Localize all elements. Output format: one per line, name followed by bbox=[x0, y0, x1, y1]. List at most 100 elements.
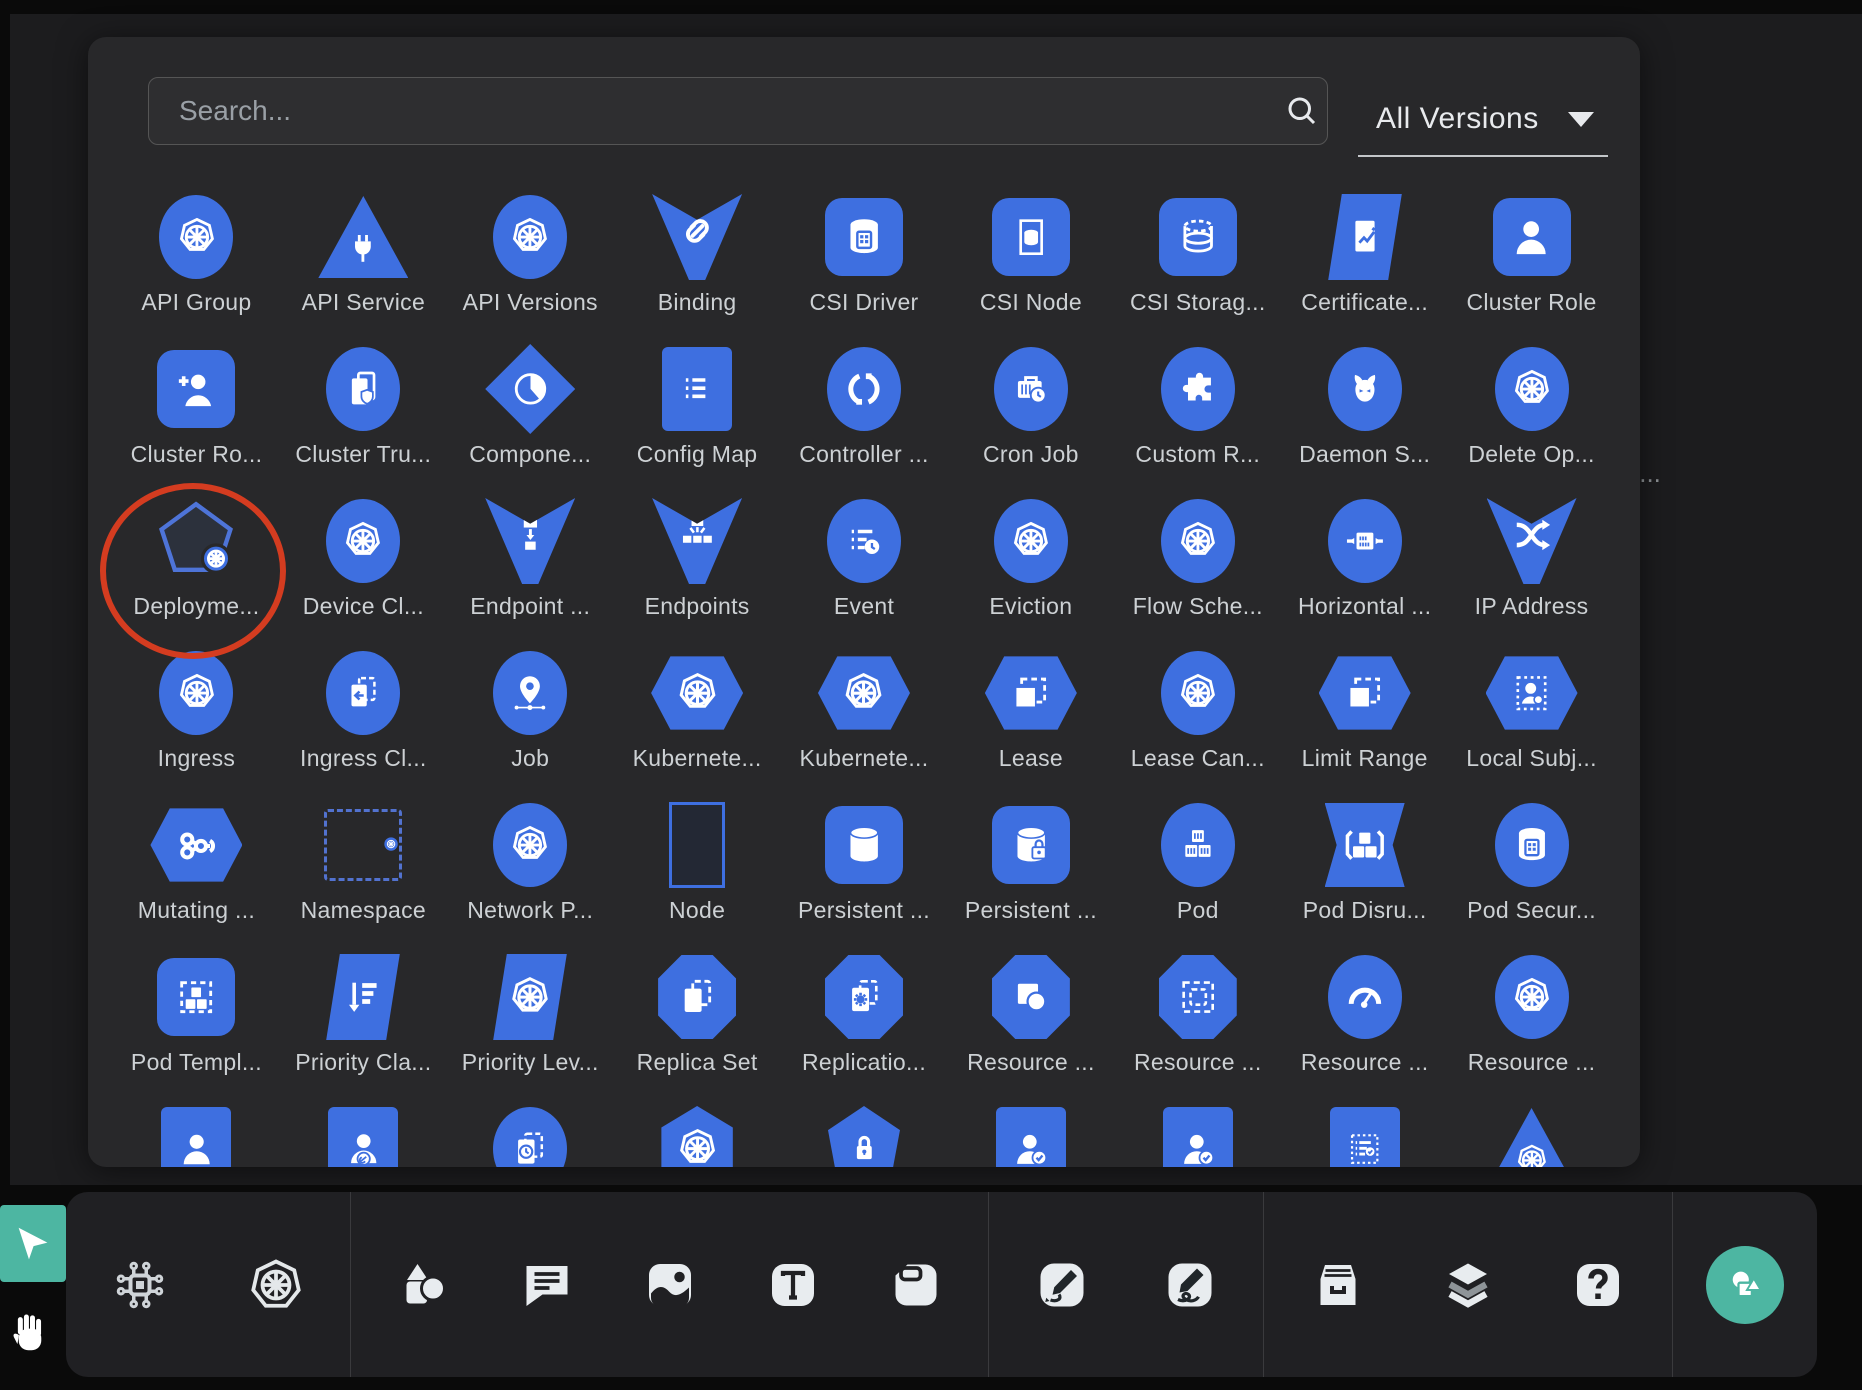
grid-item[interactable] bbox=[1448, 1099, 1615, 1167]
grid-item[interactable] bbox=[1114, 1099, 1281, 1167]
grid-item[interactable]: Lease Can... bbox=[1114, 643, 1281, 795]
comment-tool[interactable] bbox=[514, 1252, 580, 1318]
grid-item[interactable]: Ingress Cl... bbox=[280, 643, 447, 795]
grid-item[interactable] bbox=[113, 1099, 280, 1167]
grid-item[interactable] bbox=[947, 1099, 1114, 1167]
select-tool[interactable] bbox=[0, 1205, 66, 1282]
pen-arrow-tool-icon bbox=[1032, 1255, 1092, 1315]
grid-item[interactable]: Persistent ... bbox=[947, 795, 1114, 947]
archive-tool[interactable] bbox=[1305, 1252, 1371, 1318]
grid-item[interactable]: Job bbox=[447, 643, 614, 795]
shape-library-button[interactable] bbox=[1706, 1246, 1784, 1324]
grid-item[interactable]: Endpoint ... bbox=[447, 491, 614, 643]
grid-item[interactable]: Replicatio... bbox=[781, 947, 948, 1099]
image-tool[interactable] bbox=[637, 1252, 703, 1318]
grid-item[interactable]: Resource ... bbox=[1114, 947, 1281, 1099]
grid-item[interactable]: Compone... bbox=[447, 339, 614, 491]
grid-item[interactable]: Custom R... bbox=[1114, 339, 1281, 491]
grid-item[interactable]: Event bbox=[781, 491, 948, 643]
grid-item[interactable]: Binding bbox=[614, 187, 781, 339]
pencil-tool[interactable] bbox=[1157, 1252, 1223, 1318]
grid-item-label: Config Map bbox=[637, 441, 758, 468]
grid-item[interactable]: Controller ... bbox=[781, 339, 948, 491]
insert-node-tool[interactable] bbox=[107, 1252, 173, 1318]
grid-item[interactable]: Node bbox=[614, 795, 781, 947]
grid-item[interactable]: Lease bbox=[947, 643, 1114, 795]
grid-item[interactable]: Namespace bbox=[280, 795, 447, 947]
shapes-tool[interactable] bbox=[391, 1252, 457, 1318]
search-input[interactable] bbox=[148, 77, 1328, 145]
grid-item[interactable]: API Versions bbox=[447, 187, 614, 339]
pen-arrow-tool[interactable] bbox=[1029, 1252, 1095, 1318]
grid-item[interactable]: Priority Cla... bbox=[280, 947, 447, 1099]
grid-item[interactable]: CSI Storag... bbox=[1114, 187, 1281, 339]
grid-item[interactable]: Cluster Role bbox=[1448, 187, 1615, 339]
grid-item-label: Deployme... bbox=[133, 593, 259, 620]
grid-item[interactable]: Ingress bbox=[113, 643, 280, 795]
wheel-icon bbox=[1161, 499, 1235, 583]
grid-item[interactable] bbox=[447, 1099, 614, 1167]
grid-item-label: Pod Secur... bbox=[1467, 897, 1596, 924]
kubernetes-library-tool[interactable] bbox=[243, 1252, 309, 1318]
grid-item[interactable]: Resource ... bbox=[1281, 947, 1448, 1099]
grid-item[interactable]: Mutating ... bbox=[113, 795, 280, 947]
grid-item[interactable]: Flow Sche... bbox=[1114, 491, 1281, 643]
grid-item[interactable]: Horizontal ... bbox=[1281, 491, 1448, 643]
grid-item[interactable]: Kubernete... bbox=[614, 643, 781, 795]
grid-item[interactable]: Pod Secur... bbox=[1448, 795, 1615, 947]
help-tool[interactable] bbox=[1565, 1252, 1631, 1318]
grid-item[interactable]: CSI Node bbox=[947, 187, 1114, 339]
grid-item[interactable]: Device Cl... bbox=[280, 491, 447, 643]
grid-item[interactable]: Network P... bbox=[447, 795, 614, 947]
grid-item-label: Cluster Tru... bbox=[295, 441, 431, 468]
grid-item[interactable]: Local Subj... bbox=[1448, 643, 1615, 795]
grid-item[interactable]: Pod Templ... bbox=[113, 947, 280, 1099]
card-tool[interactable] bbox=[883, 1252, 949, 1318]
person-icon bbox=[161, 1107, 231, 1167]
grid-item[interactable] bbox=[1281, 1099, 1448, 1167]
grid-item[interactable] bbox=[614, 1099, 781, 1167]
grid-item[interactable]: CSI Driver bbox=[781, 187, 948, 339]
grid-item[interactable]: Pod Disru... bbox=[1281, 795, 1448, 947]
grid-item[interactable]: API Group bbox=[113, 187, 280, 339]
grid-item[interactable]: Persistent ... bbox=[781, 795, 948, 947]
link-icon bbox=[652, 194, 742, 280]
grid-item[interactable]: IP Address bbox=[1448, 491, 1615, 643]
drawing-canvas[interactable]: t... All Versions API GroupAPI ServiceAP… bbox=[10, 14, 1862, 1185]
grid-item[interactable]: Limit Range bbox=[1281, 643, 1448, 795]
grid-item[interactable]: Pod bbox=[1114, 795, 1281, 947]
node-icon bbox=[669, 802, 725, 888]
grid-item[interactable]: Kubernete... bbox=[781, 643, 948, 795]
pan-tool[interactable] bbox=[4, 1303, 56, 1365]
grid-item[interactable]: Config Map bbox=[614, 339, 781, 491]
grid-item-label: Network P... bbox=[467, 897, 593, 924]
grid-item[interactable] bbox=[781, 1099, 948, 1167]
grid-item[interactable] bbox=[280, 1099, 447, 1167]
cursor-arrow-icon bbox=[10, 1221, 56, 1267]
doc-gear-icon bbox=[825, 955, 903, 1039]
grid-item[interactable]: Endpoints bbox=[614, 491, 781, 643]
grid-item-label: IP Address bbox=[1475, 593, 1589, 620]
pin-icon bbox=[493, 651, 567, 735]
grid-item[interactable]: Replica Set bbox=[614, 947, 781, 1099]
grid-item[interactable]: Cluster Ro... bbox=[113, 339, 280, 491]
grid-item[interactable]: Resource ... bbox=[1448, 947, 1615, 1099]
grid-item[interactable]: Priority Lev... bbox=[447, 947, 614, 1099]
grid-item[interactable]: Deployme... bbox=[113, 491, 280, 643]
grid-item[interactable]: Eviction bbox=[947, 491, 1114, 643]
grid-item[interactable]: API Service bbox=[280, 187, 447, 339]
grid-item[interactable]: Cron Job bbox=[947, 339, 1114, 491]
grid-item[interactable]: Daemon S... bbox=[1281, 339, 1448, 491]
db-grid-icon bbox=[825, 198, 903, 276]
grid-item-label: Compone... bbox=[469, 441, 591, 468]
grid-item[interactable]: Resource ... bbox=[947, 947, 1114, 1099]
grid-item[interactable]: Delete Op... bbox=[1448, 339, 1615, 491]
text-tool[interactable] bbox=[760, 1252, 826, 1318]
version-filter-dropdown[interactable]: All Versions bbox=[1358, 83, 1608, 157]
grid-item[interactable]: Cluster Tru... bbox=[280, 339, 447, 491]
grid-item[interactable]: Certificate... bbox=[1281, 187, 1448, 339]
comment-tool-icon bbox=[517, 1255, 577, 1315]
grid-item-label: Node bbox=[669, 897, 725, 924]
person-check-icon bbox=[1163, 1107, 1233, 1167]
layers-tool[interactable] bbox=[1435, 1252, 1501, 1318]
